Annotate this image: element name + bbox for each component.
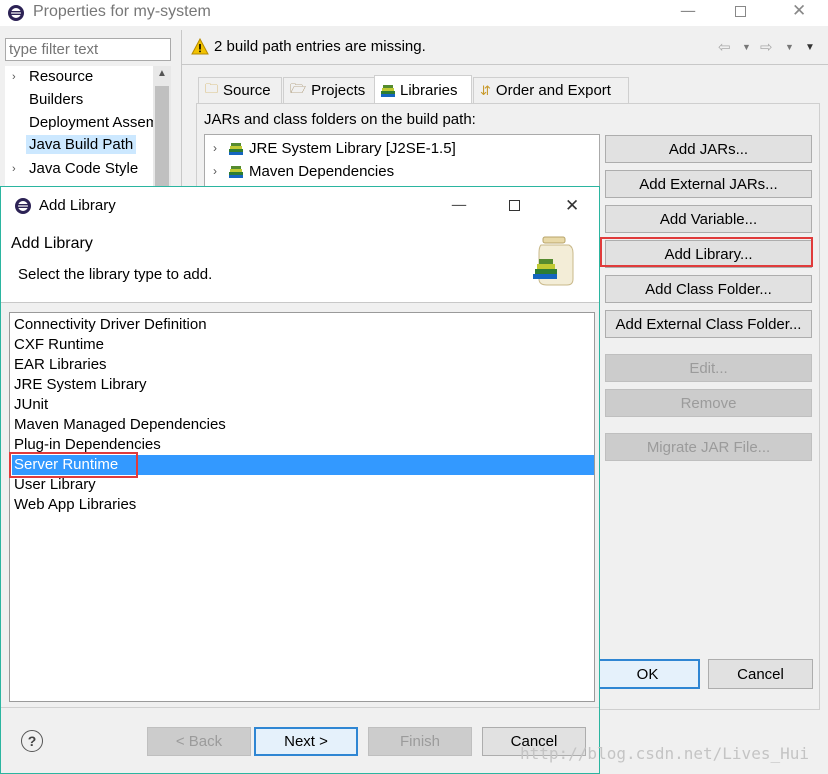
scroll-up-icon[interactable]: ▲ (157, 68, 167, 79)
tab-libraries[interactable]: Libraries (374, 75, 472, 104)
maximize-icon[interactable] (509, 200, 520, 211)
filter-input[interactable] (5, 38, 171, 61)
view-menu-icon[interactable]: ▼ (805, 42, 815, 53)
list-item[interactable]: JUnit (14, 395, 48, 415)
nav-scrollbar[interactable]: ▲ (153, 66, 171, 196)
edit-button[interactable]: Edit... (605, 354, 812, 382)
help-icon-glyph: ? (27, 733, 37, 749)
main-title-bar: Properties for my-system — ✕ (0, 0, 828, 26)
expand-arrow-icon[interactable]: › (12, 71, 16, 83)
build-path-tree: › JRE System Library [J2SE-1.5] › Maven … (204, 134, 600, 194)
add-external-jars-button[interactable]: Add External JARs... (605, 170, 812, 198)
tab-source-label: Source (223, 82, 271, 99)
list-item[interactable]: CXF Runtime (14, 335, 104, 355)
dialog-heading: Add Library (11, 235, 93, 252)
nav-item-resource[interactable]: Resource (29, 68, 93, 85)
list-item[interactable]: User Library (14, 475, 96, 495)
add-jars-button[interactable]: Add JARs... (605, 135, 812, 163)
remove-button[interactable]: Remove (605, 389, 812, 417)
list-item-selected[interactable]: Server Runtime (14, 455, 118, 475)
build-path-entry[interactable]: › Maven Dependencies (213, 160, 394, 182)
list-item[interactable]: EAR Libraries (14, 355, 107, 375)
ok-button[interactable]: OK (595, 659, 700, 689)
nav-item-deployment-assembly[interactable]: Deployment Assembly (29, 114, 153, 131)
library-jar-icon (531, 235, 579, 287)
dialog-footer-separator (1, 707, 599, 708)
nav-item-java-build-path[interactable]: Java Build Path (26, 135, 137, 154)
list-item[interactable]: Plug-in Dependencies (14, 435, 161, 455)
library-books-icon (229, 142, 243, 155)
libraries-heading: JARs and class folders on the build path… (204, 111, 476, 128)
maximize-icon[interactable] (735, 6, 746, 17)
list-item[interactable]: JRE System Library (14, 375, 147, 395)
expand-arrow-icon[interactable]: › (213, 141, 223, 155)
dialog-title: Add Library (39, 197, 116, 214)
tab-projects[interactable]: 🗁 Projects (283, 77, 375, 103)
close-icon[interactable]: ✕ (792, 1, 806, 21)
build-path-entry-label: Maven Dependencies (249, 162, 395, 180)
expand-arrow-icon[interactable]: › (12, 163, 16, 175)
add-library-dialog: Add Library — ✕ Add Library Select the l… (0, 186, 600, 774)
dialog-subheading: Select the library type to add. (18, 266, 213, 283)
project-folder-icon: 🗁 (290, 80, 307, 96)
main-window-title: Properties for my-system (33, 3, 211, 20)
add-external-class-folder-button[interactable]: Add External Class Folder... (605, 310, 812, 338)
list-item[interactable]: Maven Managed Dependencies (14, 415, 226, 435)
close-icon[interactable]: ✕ (565, 196, 579, 216)
scroll-thumb[interactable] (155, 86, 169, 186)
library-books-icon (229, 165, 243, 178)
tab-order-export[interactable]: ⇵ Order and Export (473, 77, 629, 103)
header-separator (182, 64, 828, 65)
forward-arrow-icon[interactable]: ⇨ (760, 38, 773, 56)
eclipse-logo-icon (14, 197, 32, 215)
minimize-icon[interactable]: — (680, 1, 696, 20)
help-icon[interactable]: ? (21, 730, 43, 752)
list-item[interactable]: Connectivity Driver Definition (14, 315, 207, 335)
library-type-list: Connectivity Driver Definition CXF Runti… (9, 312, 595, 702)
add-variable-button[interactable]: Add Variable... (605, 205, 812, 233)
eclipse-logo-icon (7, 4, 25, 22)
migrate-jar-button[interactable]: Migrate JAR File... (605, 433, 812, 461)
back-arrow-icon[interactable]: ⇦ (718, 38, 731, 56)
list-item[interactable]: Web App Libraries (14, 495, 136, 515)
order-export-icon: ⇵ (480, 82, 491, 98)
build-path-entry[interactable]: › JRE System Library [J2SE-1.5] (213, 137, 456, 159)
dialog-header: Add Library Select the library type to a… (1, 225, 599, 303)
nav-item-builders[interactable]: Builders (29, 91, 83, 108)
tab-libraries-label: Libraries (400, 81, 458, 99)
source-folder-icon: 🗀 (205, 80, 219, 96)
build-path-entry-label: JRE System Library [J2SE-1.5] (249, 139, 456, 157)
cancel-button[interactable]: Cancel (708, 659, 813, 689)
add-class-folder-button[interactable]: Add Class Folder... (605, 275, 812, 303)
warning-icon (191, 37, 209, 56)
library-books-icon (381, 84, 395, 97)
watermark: http://blog.csdn.net/Lives_Hui (520, 744, 809, 763)
tab-order-export-label: Order and Export (495, 82, 611, 99)
minimize-icon[interactable]: — (451, 195, 467, 214)
expand-arrow-icon[interactable]: › (213, 164, 223, 178)
next-button[interactable]: Next > (254, 727, 358, 756)
add-library-button[interactable]: Add Library... (605, 240, 812, 268)
finish-button[interactable]: Finish (368, 727, 472, 756)
nav-tree: › Resource Builders Deployment Assembly … (5, 66, 171, 196)
warning-message: 2 build path entries are missing. (214, 38, 426, 55)
dropdown-icon[interactable]: ▼ (785, 42, 794, 52)
tab-projects-label: Projects (311, 82, 366, 99)
nav-item-java-code-style[interactable]: Java Code Style (29, 160, 138, 177)
dropdown-icon[interactable]: ▼ (742, 42, 751, 52)
back-button[interactable]: < Back (147, 727, 251, 756)
dialog-title-bar: Add Library — ✕ (1, 187, 599, 225)
tab-source[interactable]: 🗀 Source (198, 77, 282, 103)
